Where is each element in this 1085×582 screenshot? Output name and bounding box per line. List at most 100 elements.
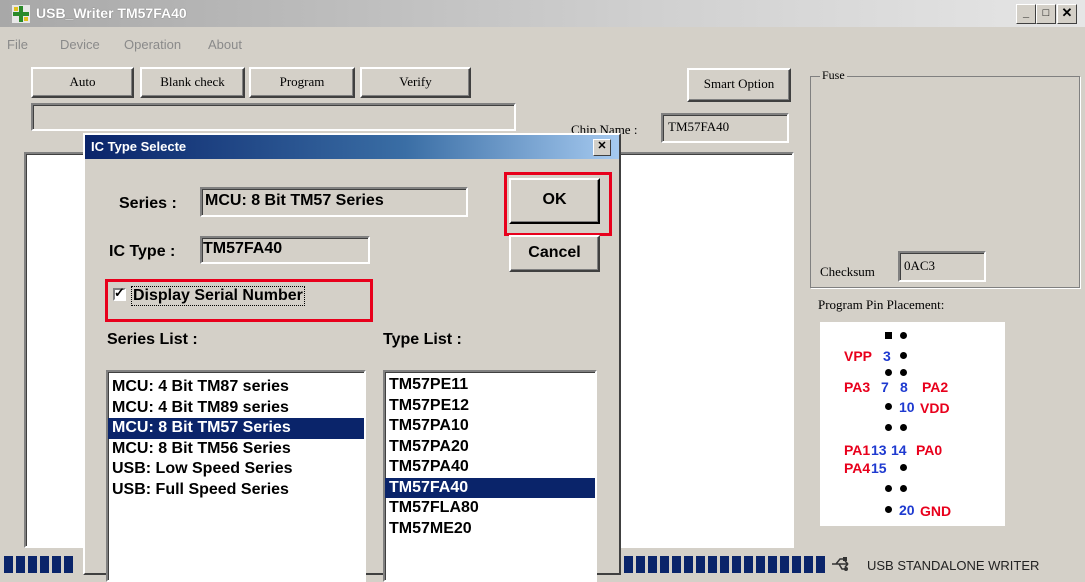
usb-icon: [832, 557, 849, 571]
checkmark-icon: ✓: [114, 285, 125, 300]
pin-number-13: 13: [871, 442, 887, 458]
menu-file[interactable]: File: [7, 37, 28, 52]
list-item[interactable]: TM57PE12: [385, 396, 595, 417]
dialog-close-button[interactable]: ✕: [593, 139, 611, 156]
progress-segment: [648, 556, 657, 573]
progress-segment: [780, 556, 789, 573]
pin-dot: [885, 485, 892, 492]
progress-segment: [720, 556, 729, 573]
pin-label-pa1: PA1: [844, 442, 871, 458]
progress-segment: [52, 556, 61, 573]
progress-segment: [16, 556, 25, 573]
fuse-label: Fuse: [820, 68, 847, 83]
cancel-button[interactable]: Cancel: [509, 235, 600, 272]
chip-name-field: TM57FA40: [661, 113, 789, 143]
pin-number-20: 20: [899, 502, 915, 518]
menu-bar: File Device Operation About: [0, 37, 700, 57]
progress-segment: [624, 556, 633, 573]
minimize-button[interactable]: _: [1016, 4, 1036, 24]
list-item[interactable]: TM57PA10: [385, 416, 595, 437]
pin-dot: [885, 403, 892, 410]
pin-label-pa4: PA4: [844, 460, 871, 476]
auto-button[interactable]: Auto: [31, 67, 134, 98]
progress-segment: [708, 556, 717, 573]
list-item[interactable]: TM57PE11: [385, 375, 595, 396]
progress-segment: [756, 556, 765, 573]
pin-label-pa3: PA3: [844, 379, 871, 395]
status-text: USB STANDALONE WRITER: [867, 558, 1040, 573]
series-field: MCU: 8 Bit TM57 Series: [200, 187, 468, 217]
display-serial-checkbox[interactable]: ✓: [113, 285, 126, 301]
ic-type-label: IC Type :: [109, 243, 176, 260]
series-list-label: Series List :: [107, 331, 198, 348]
pin-number-8: 8: [900, 379, 908, 395]
maximize-button[interactable]: □: [1036, 4, 1056, 24]
pin-label-vdd: VDD: [920, 400, 950, 416]
type-listbox[interactable]: TM57PE11 TM57PE12 TM57PA10 TM57PA20 TM57PA40…: [383, 370, 597, 582]
pin-dot: [885, 369, 892, 376]
pin-label-gnd: GND: [920, 503, 952, 519]
pin-dot: [900, 332, 907, 339]
window-title-bar[interactable]: USB_Writer TM57FA40 _ □ ✕: [0, 0, 1085, 27]
pin1-marker: [885, 332, 892, 339]
progress-segment: [696, 556, 705, 573]
pin-dot: [885, 506, 892, 513]
dialog-title-bar[interactable]: IC Type Selecte ✕: [85, 135, 619, 159]
progress-segment: [804, 556, 813, 573]
type-list-label: Type List :: [383, 331, 462, 348]
list-item[interactable]: MCU: 8 Bit TM57 Series: [108, 418, 364, 439]
blank-check-button[interactable]: Blank check: [140, 67, 245, 98]
list-item[interactable]: TM57PA40: [385, 457, 595, 478]
list-item[interactable]: USB: Low Speed Series: [108, 459, 364, 480]
pin-label-pa0: PA0: [916, 442, 943, 458]
pin-dot: [885, 424, 892, 431]
pin-dot: [900, 369, 907, 376]
close-window-button[interactable]: ✕: [1057, 4, 1077, 24]
pin-placement-diagram: VPP 3 PA3 7 8 PA2 10 VDD PA1 13 14 PA0 P…: [820, 322, 1005, 526]
list-item[interactable]: USB: Full Speed Series: [108, 480, 364, 501]
pin-dot: [900, 424, 907, 431]
list-item[interactable]: MCU: 4 Bit TM87 series: [108, 377, 364, 398]
pin-number-7: 7: [881, 379, 889, 395]
progress-segment: [4, 556, 13, 573]
pin-dot: [900, 464, 907, 471]
menu-about[interactable]: About: [208, 37, 242, 52]
list-item[interactable]: TM57FLA80: [385, 498, 595, 519]
app-icon: [12, 5, 30, 23]
list-item[interactable]: TM57FA40: [385, 477, 595, 498]
progress-segment: [792, 556, 801, 573]
pin-label-vpp: VPP: [844, 348, 873, 364]
smart-option-button[interactable]: Smart Option: [687, 68, 791, 102]
series-label: Series :: [119, 195, 177, 212]
progress-segment: [660, 556, 669, 573]
checksum-field: 0AC3: [898, 251, 986, 282]
series-listbox[interactable]: MCU: 4 Bit TM87 series MCU: 4 Bit TM89 se…: [106, 370, 366, 582]
dialog-title: IC Type Selecte: [91, 139, 187, 154]
verify-button[interactable]: Verify: [360, 67, 471, 98]
pin-label-pa2: PA2: [922, 379, 949, 395]
ok-button[interactable]: OK: [509, 178, 600, 224]
list-item[interactable]: MCU: 8 Bit TM56 Series: [108, 439, 364, 460]
pin-dot: [900, 485, 907, 492]
progress-segment: [816, 556, 825, 573]
list-item[interactable]: MCU: 4 Bit TM89 series: [108, 398, 364, 419]
checksum-label: Checksum: [820, 264, 875, 279]
display-serial-label[interactable]: Display Serial Number: [131, 286, 305, 306]
menu-operation[interactable]: Operation: [124, 37, 181, 52]
list-item[interactable]: TM57ME20: [385, 519, 595, 540]
menu-device[interactable]: Device: [60, 37, 100, 52]
progress-segment: [40, 556, 49, 573]
pin-number-3: 3: [883, 348, 891, 364]
progress-segment: [636, 556, 645, 573]
program-button[interactable]: Program: [249, 67, 355, 98]
progress-segment: [768, 556, 777, 573]
pin-number-14: 14: [891, 442, 907, 458]
ic-type-field: TM57FA40: [200, 236, 370, 264]
progress-segment: [28, 556, 37, 573]
pin-dot: [900, 352, 907, 359]
progress-segment: [64, 556, 73, 573]
ic-type-dialog: IC Type Selecte ✕ Series : MCU: 8 Bit TM…: [83, 133, 621, 582]
pin-placement-label: Program Pin Placement:: [818, 297, 945, 312]
pin-number-15: 15: [871, 460, 887, 476]
list-item[interactable]: TM57PA20: [385, 437, 595, 458]
